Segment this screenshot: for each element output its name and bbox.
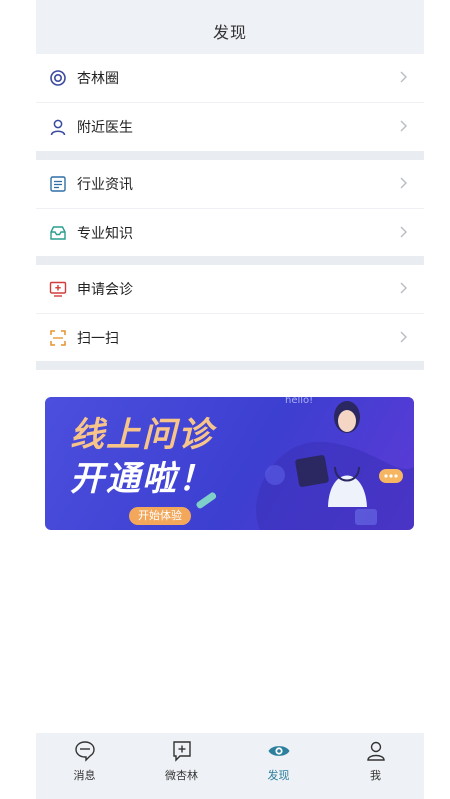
tab-messages[interactable]: 消息 (36, 733, 133, 799)
section-divider (36, 151, 424, 160)
circle-target-icon (49, 69, 67, 87)
header-bar: 发现 (36, 0, 424, 54)
menu-item-industry-news[interactable]: 行业资讯 (36, 160, 424, 209)
user-icon (366, 741, 385, 761)
menu-item-xinglinquan[interactable]: 杏林圈 (36, 54, 424, 103)
hello-bubble: hello! (285, 397, 314, 406)
tab-label: 微杏林 (165, 769, 198, 782)
menu-item-nearby-doctors[interactable]: 附近医生 (36, 103, 424, 151)
plus-bubble-icon (172, 741, 191, 762)
person-icon (49, 118, 67, 136)
menu-group-2: 行业资讯 专业知识 (36, 160, 424, 257)
tab-weixinglin[interactable]: 微杏林 (133, 733, 230, 799)
inbox-tray-icon (49, 224, 67, 242)
menu-group-3: 申请会诊 扫一扫 (36, 265, 424, 362)
chevron-right-icon (400, 226, 407, 238)
chevron-right-icon (400, 177, 407, 189)
menu-item-label: 行业资讯 (77, 177, 133, 193)
chevron-right-icon (400, 282, 407, 294)
chevron-right-icon (400, 120, 407, 132)
tab-me[interactable]: 我 (327, 733, 424, 799)
eye-icon (268, 746, 289, 756)
menu-item-professional-knowledge[interactable]: 专业知识 (36, 209, 424, 257)
section-divider (36, 361, 424, 370)
bottom-tab-bar: 消息 微杏林 发现 我 (36, 733, 424, 799)
phone-screen: 发现 杏林圈 附近医生 行业资讯 专业知识 申请会诊 扫一扫 线上问诊 开通啦！… (36, 0, 424, 799)
banner-title-line1: 线上问诊 (70, 415, 214, 455)
menu-item-scan[interactable]: 扫一扫 (36, 314, 424, 362)
start-experience-button[interactable]: 开始体验 (129, 507, 191, 525)
banner-title-line2: 开通啦！ (70, 459, 214, 499)
chat-bubble-icon (74, 741, 95, 762)
chevron-right-icon (400, 331, 407, 343)
page-title: 发现 (212, 23, 247, 42)
scan-frame-icon (49, 329, 67, 347)
menu-group-1: 杏林圈 附近医生 (36, 54, 424, 151)
menu-item-request-consultation[interactable]: 申请会诊 (36, 265, 424, 314)
menu-item-label: 杏林圈 (77, 71, 119, 87)
chevron-right-icon (400, 71, 407, 83)
tab-label: 消息 (73, 769, 96, 782)
menu-item-label: 扫一扫 (77, 331, 119, 347)
tab-label: 发现 (267, 769, 290, 782)
online-consultation-banner[interactable]: 线上问诊 开通啦！ 开始体验 hello! (45, 397, 414, 530)
menu-item-label: 附近医生 (77, 120, 133, 136)
menu-item-label: 申请会诊 (77, 282, 133, 298)
menu-item-label: 专业知识 (77, 226, 133, 242)
section-divider (36, 256, 424, 265)
tab-discover[interactable]: 发现 (230, 733, 327, 799)
monitor-plus-icon (49, 280, 67, 298)
news-list-icon (49, 175, 67, 193)
tab-label: 我 (370, 769, 381, 782)
